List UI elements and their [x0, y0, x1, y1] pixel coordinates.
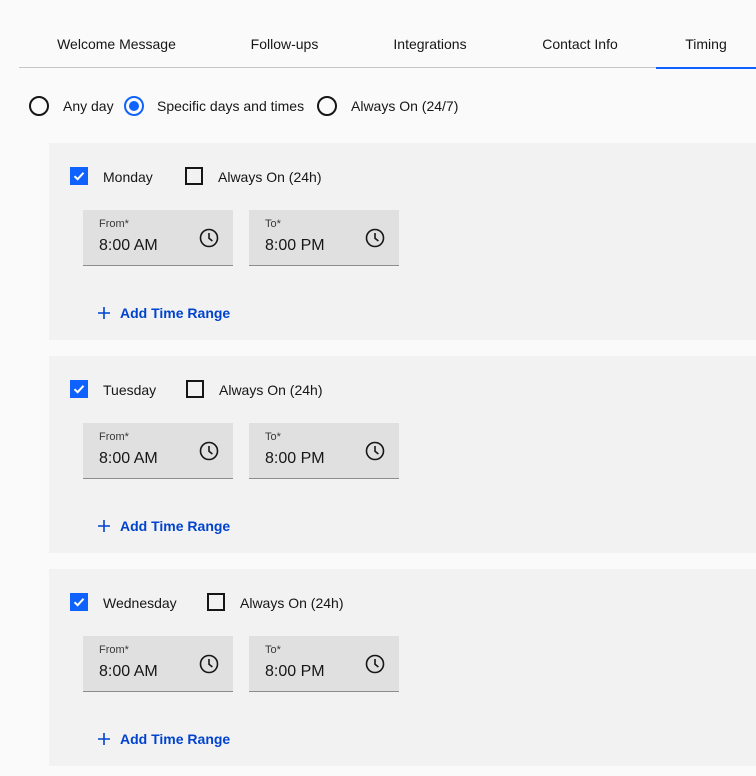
from-value: 8:00 AM	[99, 237, 158, 254]
from-time-field-wednesday[interactable]: From* 8:00 AM	[83, 636, 233, 692]
to-time-field-tuesday[interactable]: To* 8:00 PM	[249, 423, 399, 479]
to-label: To*	[265, 218, 281, 230]
clock-icon[interactable]	[365, 654, 385, 674]
from-label: From*	[99, 431, 129, 443]
radio-specific-days-label: Specific days and times	[157, 98, 305, 114]
checkmark-icon	[73, 172, 85, 181]
clock-icon[interactable]	[199, 228, 219, 248]
tab-contact-info[interactable]: Contact Info	[505, 22, 655, 67]
from-label: From*	[99, 218, 129, 230]
plus-icon	[98, 520, 110, 532]
radio-any-day-label: Any day	[63, 98, 114, 114]
always-on-checkbox-wednesday[interactable]	[207, 593, 225, 611]
day-checkbox-wednesday[interactable]	[70, 593, 88, 611]
radio-any-day[interactable]	[29, 96, 49, 116]
checkmark-icon	[73, 598, 85, 607]
always-on-label: Always On (24h)	[240, 595, 344, 611]
tab-bar: Welcome Message Follow-ups Integrations …	[19, 22, 756, 69]
plus-icon	[98, 307, 110, 319]
tab-timing[interactable]: Timing	[656, 22, 756, 69]
to-label: To*	[265, 431, 281, 443]
to-value: 8:00 PM	[265, 663, 325, 680]
always-on-label: Always On (24h)	[218, 169, 322, 185]
tab-integrations[interactable]: Integrations	[355, 22, 505, 67]
always-on-checkbox-tuesday[interactable]	[186, 380, 204, 398]
always-on-label: Always On (24h)	[219, 382, 323, 398]
from-label: From*	[99, 644, 129, 656]
add-time-range-label: Add Time Range	[120, 305, 231, 321]
clock-icon[interactable]	[199, 654, 219, 674]
day-card-wednesday: Wednesday Always On (24h) From* 8:00 AM …	[49, 569, 756, 766]
from-value: 8:00 AM	[99, 663, 158, 680]
from-value: 8:00 AM	[99, 450, 158, 467]
to-value: 8:00 PM	[265, 237, 325, 254]
tab-welcome-message[interactable]: Welcome Message	[19, 22, 214, 67]
always-on-checkbox-monday[interactable]	[185, 167, 203, 185]
from-time-field-tuesday[interactable]: From* 8:00 AM	[83, 423, 233, 479]
day-label: Wednesday	[103, 595, 177, 611]
add-time-range-label: Add Time Range	[120, 731, 231, 747]
radio-always-on[interactable]	[317, 96, 337, 116]
day-label: Tuesday	[103, 382, 157, 398]
to-label: To*	[265, 644, 281, 656]
to-time-field-monday[interactable]: To* 8:00 PM	[249, 210, 399, 266]
day-card-monday: Monday Always On (24h) From* 8:00 AM To*…	[49, 143, 756, 340]
day-label: Monday	[103, 169, 153, 185]
to-value: 8:00 PM	[265, 450, 325, 467]
checkmark-icon	[73, 385, 85, 394]
plus-icon	[98, 733, 110, 745]
clock-icon[interactable]	[365, 441, 385, 461]
day-checkbox-monday[interactable]	[70, 167, 88, 185]
day-checkbox-tuesday[interactable]	[70, 380, 88, 398]
clock-icon[interactable]	[365, 228, 385, 248]
day-card-tuesday: Tuesday Always On (24h) From* 8:00 AM To…	[49, 356, 756, 553]
radio-always-on-label: Always On (24/7)	[351, 98, 459, 114]
radio-specific-days[interactable]	[124, 96, 144, 116]
clock-icon[interactable]	[199, 441, 219, 461]
from-time-field-monday[interactable]: From* 8:00 AM	[83, 210, 233, 266]
add-time-range-label: Add Time Range	[120, 518, 231, 534]
tab-follow-ups[interactable]: Follow-ups	[214, 22, 355, 67]
to-time-field-wednesday[interactable]: To* 8:00 PM	[249, 636, 399, 692]
